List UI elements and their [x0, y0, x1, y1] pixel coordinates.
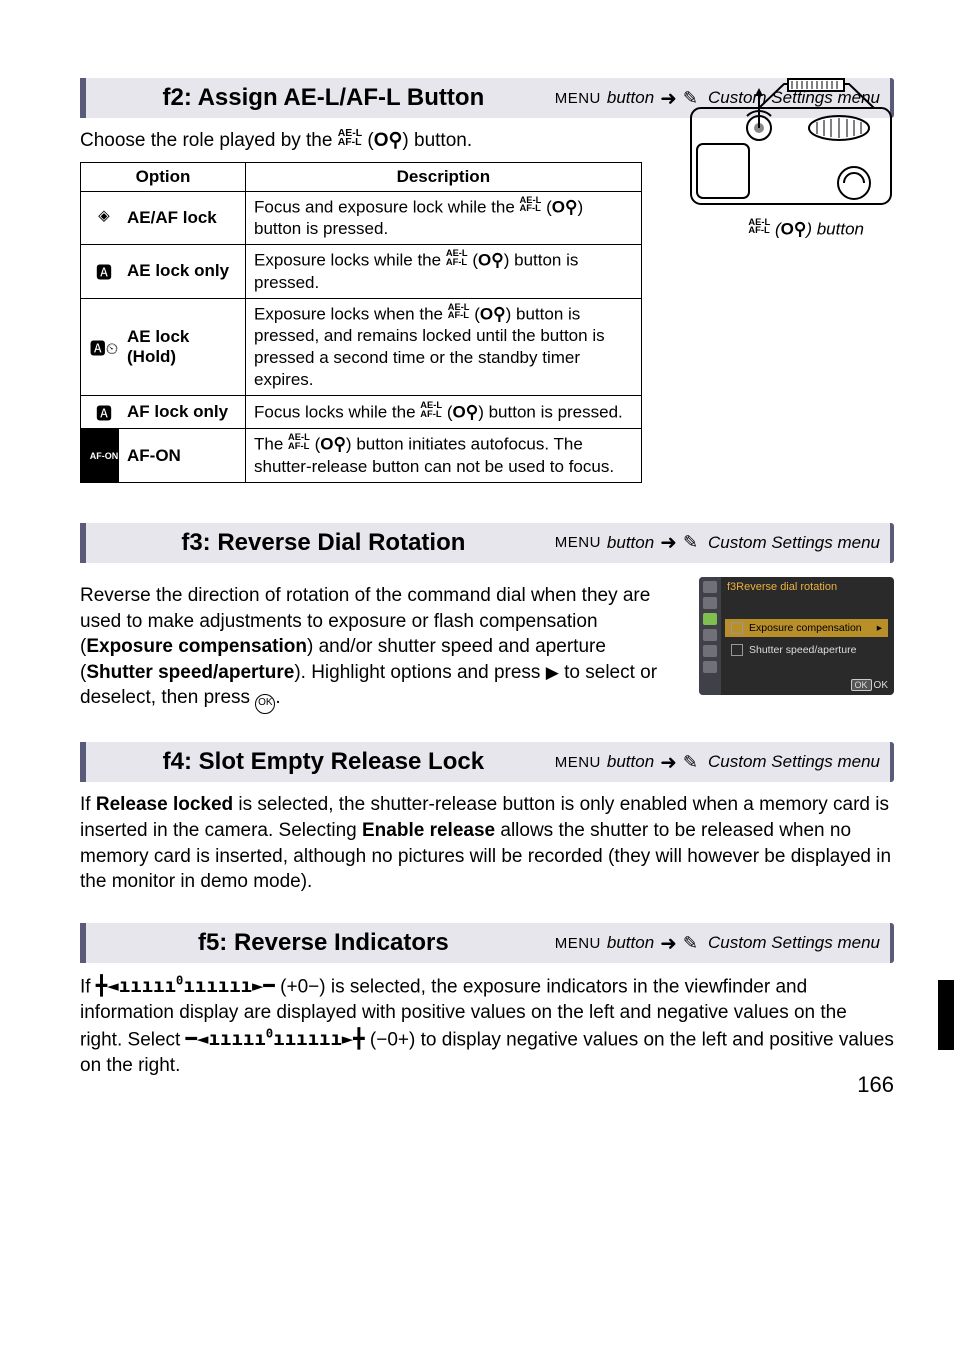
table-row: 🅰⏲ AE lock (Hold) Exposure locks when th…: [81, 298, 642, 396]
pencil-icon: [683, 532, 702, 553]
section-title: f2: Assign AE-L/AF-L Button: [162, 84, 484, 112]
option-name: AE/AF lock: [119, 191, 246, 245]
breadcrumb-button-word: button: [607, 752, 654, 772]
option-name: AE lock only: [119, 245, 246, 299]
menu-title: f3Reverse dial rotation: [727, 581, 837, 593]
text: Choose the role played by the: [80, 130, 338, 151]
section-header-f5: f5: Reverse Indicators MENU button ➜ Cus…: [80, 923, 894, 963]
right-triangle-icon: ▶: [546, 663, 559, 682]
pencil-icon: [683, 752, 702, 773]
arrow-icon: ➜: [660, 530, 677, 555]
ael-glyph: AE-LAF-L: [338, 129, 362, 148]
th-option: Option: [81, 162, 246, 191]
arrow-icon: ➜: [660, 750, 677, 775]
table-row: 🞛 AE/AF lock Focus and exposure lock whi…: [81, 191, 642, 245]
option-icon: AF-ON: [81, 429, 120, 483]
options-table: Option Description 🞛 AE/AF lock Focus an…: [80, 162, 642, 483]
pencil-icon: [683, 933, 702, 954]
option-name: AE lock (Hold): [119, 298, 246, 396]
arrow-icon: ➜: [660, 86, 677, 111]
breadcrumb-button-word: button: [607, 88, 654, 108]
indicator-minus-plus-icon: ━◄ııııı0ıııııı►╋: [186, 1028, 365, 1050]
option-desc: Focus locks while the AE-LAF-L (O⚲) butt…: [246, 396, 642, 429]
f5-body: If ╋◄ııııı0ıııııı►━ (+0−) is selected, t…: [80, 973, 894, 1078]
section-header-f3: f3: Reverse Dial Rotation MENU button ➜ …: [80, 523, 894, 563]
option-desc: Exposure locks while the AE-LAF-L (O⚲) b…: [246, 245, 642, 299]
option-desc: The AE-LAF-L (O⚲) button initiates autof…: [246, 429, 642, 483]
option-icon: 🞛: [81, 191, 120, 245]
table-row: 🅰 AE lock only Exposure locks while the …: [81, 245, 642, 299]
menu-item: Shutter speed/aperture: [725, 641, 888, 659]
breadcrumb-button-word: button: [607, 533, 654, 553]
breadcrumb: MENU button ➜ Custom Settings menu: [555, 931, 880, 956]
option-desc: Exposure locks when the AE-LAF-L (O⚲) bu…: [246, 298, 642, 396]
section-title: f3: Reverse Dial Rotation: [181, 529, 465, 557]
option-icon: 🅰: [81, 245, 120, 299]
breadcrumb-menu-label: MENU: [555, 935, 601, 952]
text: button.: [409, 130, 472, 151]
breadcrumb-menu-label: MENU: [555, 754, 601, 771]
menu-tab-strip: [699, 577, 721, 695]
ok-button-icon: OK: [255, 694, 275, 714]
option-name: AF-ON: [119, 429, 246, 483]
option-name: AF lock only: [119, 396, 246, 429]
breadcrumb: MENU button ➜ Custom Settings menu: [555, 750, 880, 775]
f3-body: Reverse the direction of rotation of the…: [80, 583, 679, 715]
camera-button-label: AE-LAF-L (O⚲) button: [748, 218, 864, 239]
arrow-icon: ➜: [660, 931, 677, 956]
f4-body: If Release locked is selected, the shutt…: [80, 792, 894, 895]
breadcrumb: MENU button ➜ Custom Settings menu: [555, 530, 880, 555]
breadcrumb-target: Custom Settings menu: [708, 533, 880, 553]
breadcrumb-target: Custom Settings menu: [708, 933, 880, 953]
breadcrumb-button-word: button: [607, 933, 654, 953]
indicator-plus-minus-icon: ╋◄ııııı0ıııııı►━: [96, 975, 275, 997]
table-row: 🅰 AF lock only Focus locks while the AE-…: [81, 396, 642, 429]
option-desc: Focus and exposure lock while the AE-LAF…: [246, 191, 642, 245]
section-title: f4: Slot Empty Release Lock: [163, 748, 484, 776]
option-icon: 🅰⏲: [81, 298, 120, 396]
option-icon: 🅰: [81, 396, 120, 429]
menu-ok-hint: OKOK: [851, 679, 888, 691]
menu-screenshot: f3Reverse dial rotation Exposure compens…: [699, 577, 894, 695]
breadcrumb-menu-label: MENU: [555, 534, 601, 551]
camera-illustration: AE-LAF-L (O⚲) button: [689, 78, 894, 213]
section-title: f5: Reverse Indicators: [198, 929, 449, 957]
breadcrumb-target: Custom Settings menu: [708, 752, 880, 772]
th-description: Description: [246, 162, 642, 191]
menu-item: Exposure compensation▸: [725, 619, 888, 637]
table-row: AF-ON AF-ON The AE-LAF-L (O⚲) button ini…: [81, 429, 642, 483]
section-header-f4: f4: Slot Empty Release Lock MENU button …: [80, 742, 894, 782]
thumb-tab: [938, 980, 954, 1050]
breadcrumb-menu-label: MENU: [555, 90, 601, 107]
page-number: 166: [857, 1072, 894, 1098]
